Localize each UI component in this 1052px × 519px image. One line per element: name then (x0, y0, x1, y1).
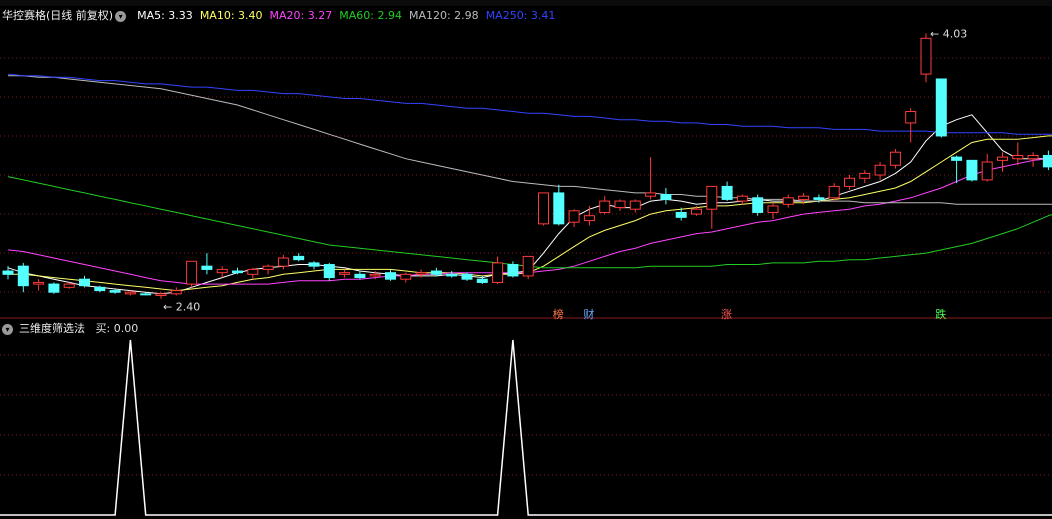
candle-body (293, 255, 305, 261)
candle-body (951, 156, 963, 161)
event-tag[interactable]: 财 (583, 306, 594, 322)
candle-body (124, 291, 136, 295)
stock-title: 华控赛格(日线 前复权) (2, 9, 114, 22)
candle-body (1012, 154, 1024, 160)
high-price-label: ← 4.03 (930, 27, 967, 40)
candle-body (476, 278, 488, 283)
candle-body (767, 205, 779, 213)
candle-body (461, 273, 473, 280)
candle-body (339, 272, 351, 275)
candle-body (2, 270, 14, 275)
ma-line-ma250 (7, 73, 1052, 135)
candle-body (140, 293, 152, 296)
collapse-icon[interactable]: ▾ (2, 323, 13, 335)
candle-body (981, 161, 993, 181)
candle-body (369, 273, 381, 277)
candle-body (721, 185, 733, 200)
candle-body (874, 164, 886, 176)
ma-line-ma120 (8, 75, 1052, 205)
candle-body (675, 211, 687, 218)
candle-body (415, 272, 427, 275)
buy-label: 买: (95, 322, 111, 335)
legend-ma60: MA60: 2.94 (339, 9, 402, 22)
candle-body (262, 265, 274, 270)
candle-body (507, 264, 519, 277)
candle-body (660, 194, 672, 200)
candle-body (1042, 154, 1052, 168)
candle-body (568, 210, 580, 223)
candle-body (706, 185, 718, 210)
candle-body (79, 278, 90, 287)
candle-body (48, 283, 60, 293)
collapse-icon[interactable]: ▾ (115, 10, 127, 22)
event-tag[interactable]: 涨 (721, 306, 732, 322)
candle-body (109, 290, 121, 293)
candle-body (997, 156, 1008, 161)
legend-ma10: MA10: 3.40 (199, 9, 263, 22)
candle-body (920, 37, 932, 75)
candle-body (308, 262, 320, 267)
legend-ma250: MA250: 3.41 (485, 9, 556, 22)
candle-body (691, 208, 702, 215)
main-legend: 华控赛格(日线 前复权) ▾ MA5: 3.33 MA10: 3.40 MA20: 3.… (0, 9, 555, 23)
candle-body (354, 273, 366, 279)
candle-body (186, 260, 198, 285)
legend-ma5: MA5: 3.33 (137, 9, 193, 22)
indicator-title: 三维度筛选法 (19, 322, 85, 335)
candle-body (614, 200, 626, 209)
candle-body (844, 177, 855, 187)
candle-body (247, 268, 259, 275)
candle-body (798, 195, 810, 200)
stock-chart: ← 4.03 ← 2.40 (0, 27, 1052, 516)
candle-body (446, 273, 458, 277)
buy-value: 0.00 (113, 322, 139, 335)
candle-body (63, 283, 75, 288)
event-tag[interactable]: 榜 (553, 306, 564, 322)
candle-body (522, 255, 534, 277)
candle-body (645, 192, 657, 197)
candle-body (935, 78, 947, 137)
event-tag[interactable]: 跌 (935, 306, 946, 322)
candle-body (813, 197, 825, 200)
candle-body (400, 273, 412, 280)
candle-body (232, 270, 243, 274)
candle-body (201, 265, 213, 270)
candle-body (782, 197, 794, 205)
candle-body (492, 262, 504, 283)
legend-ma20: MA20: 3.27 (269, 9, 333, 22)
candle-body (859, 172, 871, 179)
candle-body (323, 264, 335, 279)
candle-body (736, 195, 748, 202)
candle-body (629, 200, 641, 210)
indicator-legend: ▾ 三维度筛选法 买: 0.00 (0, 322, 138, 336)
buy-signal-line (0, 339, 1052, 516)
ma-line-ma60 (7, 176, 1052, 269)
candle-body (33, 281, 45, 285)
candle-body (385, 272, 396, 280)
low-price-label: ← 2.40 (163, 301, 200, 314)
candle-body (170, 290, 182, 295)
candle-body (752, 197, 764, 213)
candle-body (216, 268, 228, 274)
candle-body (17, 265, 29, 287)
candle-body (277, 257, 289, 267)
candle-body (94, 286, 106, 292)
candle-body (905, 111, 917, 124)
candle-body (828, 185, 840, 199)
candle-body (583, 215, 595, 222)
candle-body (538, 192, 549, 225)
candle-body (966, 159, 978, 181)
candle-body (430, 270, 442, 275)
candle-body (1027, 154, 1039, 160)
candle-body (553, 192, 565, 225)
legend-ma120: MA120: 2.98 (408, 9, 479, 22)
candle-body (155, 293, 167, 296)
candle-body (889, 151, 901, 166)
candle-body (599, 200, 611, 213)
